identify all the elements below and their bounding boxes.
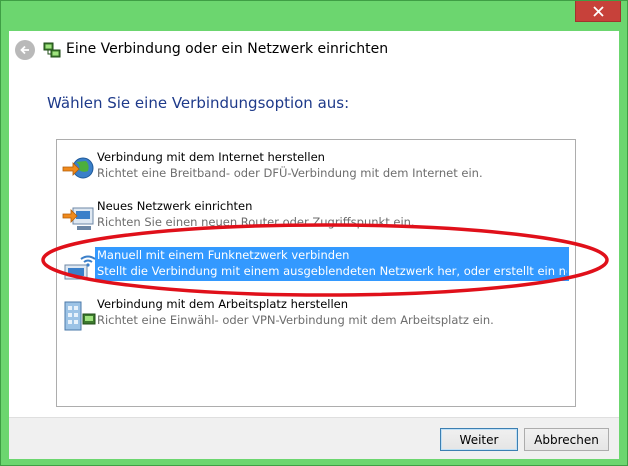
back-button[interactable] — [15, 40, 35, 60]
option-title: Neues Netzwerk einrichten — [97, 199, 253, 213]
workplace-building-icon — [64, 301, 96, 331]
router-icon — [62, 207, 94, 230]
globe-internet-icon — [62, 157, 94, 179]
network-setup-icon — [43, 42, 61, 58]
option-new-network[interactable]: Neues Netzwerk einrichten Richten Sie ei… — [61, 198, 571, 238]
dialog-title: Eine Verbindung oder ein Netzwerk einric… — [66, 41, 389, 57]
option-title: Verbindung mit dem Internet herstellen — [97, 150, 325, 164]
option-internet[interactable]: Verbindung mit dem Internet herstellen R… — [61, 149, 571, 189]
close-icon — [592, 5, 604, 17]
title-bar — [1, 1, 627, 31]
cancel-button[interactable]: Abbrechen — [524, 428, 609, 451]
content-area: Wählen Sie eine Verbindungsoption aus: V… — [9, 69, 619, 417]
connection-options-list[interactable]: Verbindung mit dem Internet herstellen R… — [56, 139, 576, 407]
option-description: Richten Sie einen neuen Router oder Zugr… — [97, 215, 415, 229]
option-title: Verbindung mit dem Arbeitsplatz herstell… — [97, 297, 349, 311]
wireless-network-icon — [64, 255, 96, 280]
close-button[interactable] — [575, 1, 621, 22]
option-description: Stellt die Verbindung mit einem ausgeble… — [97, 264, 567, 278]
page-heading: Wählen Sie eine Verbindungsoption aus: — [47, 94, 350, 112]
button-bar: Weiter Abbrechen — [9, 417, 619, 459]
option-description: Richtet eine Breitband- oder DFÜ-Verbind… — [97, 166, 483, 180]
option-manual-wireless[interactable]: Manuell mit einem Funknetzwerk verbinden… — [61, 247, 571, 287]
navigation-bar: Eine Verbindung oder ein Netzwerk einric… — [9, 31, 619, 69]
option-workplace[interactable]: Verbindung mit dem Arbeitsplatz herstell… — [61, 296, 571, 336]
option-description: Richtet eine Einwähl- oder VPN-Verbindun… — [97, 313, 494, 327]
back-arrow-icon — [20, 45, 29, 55]
option-title: Manuell mit einem Funknetzwerk verbinden — [97, 248, 350, 262]
dialog-window: Eine Verbindung oder ein Netzwerk einric… — [0, 0, 628, 466]
next-button[interactable]: Weiter — [440, 428, 518, 451]
